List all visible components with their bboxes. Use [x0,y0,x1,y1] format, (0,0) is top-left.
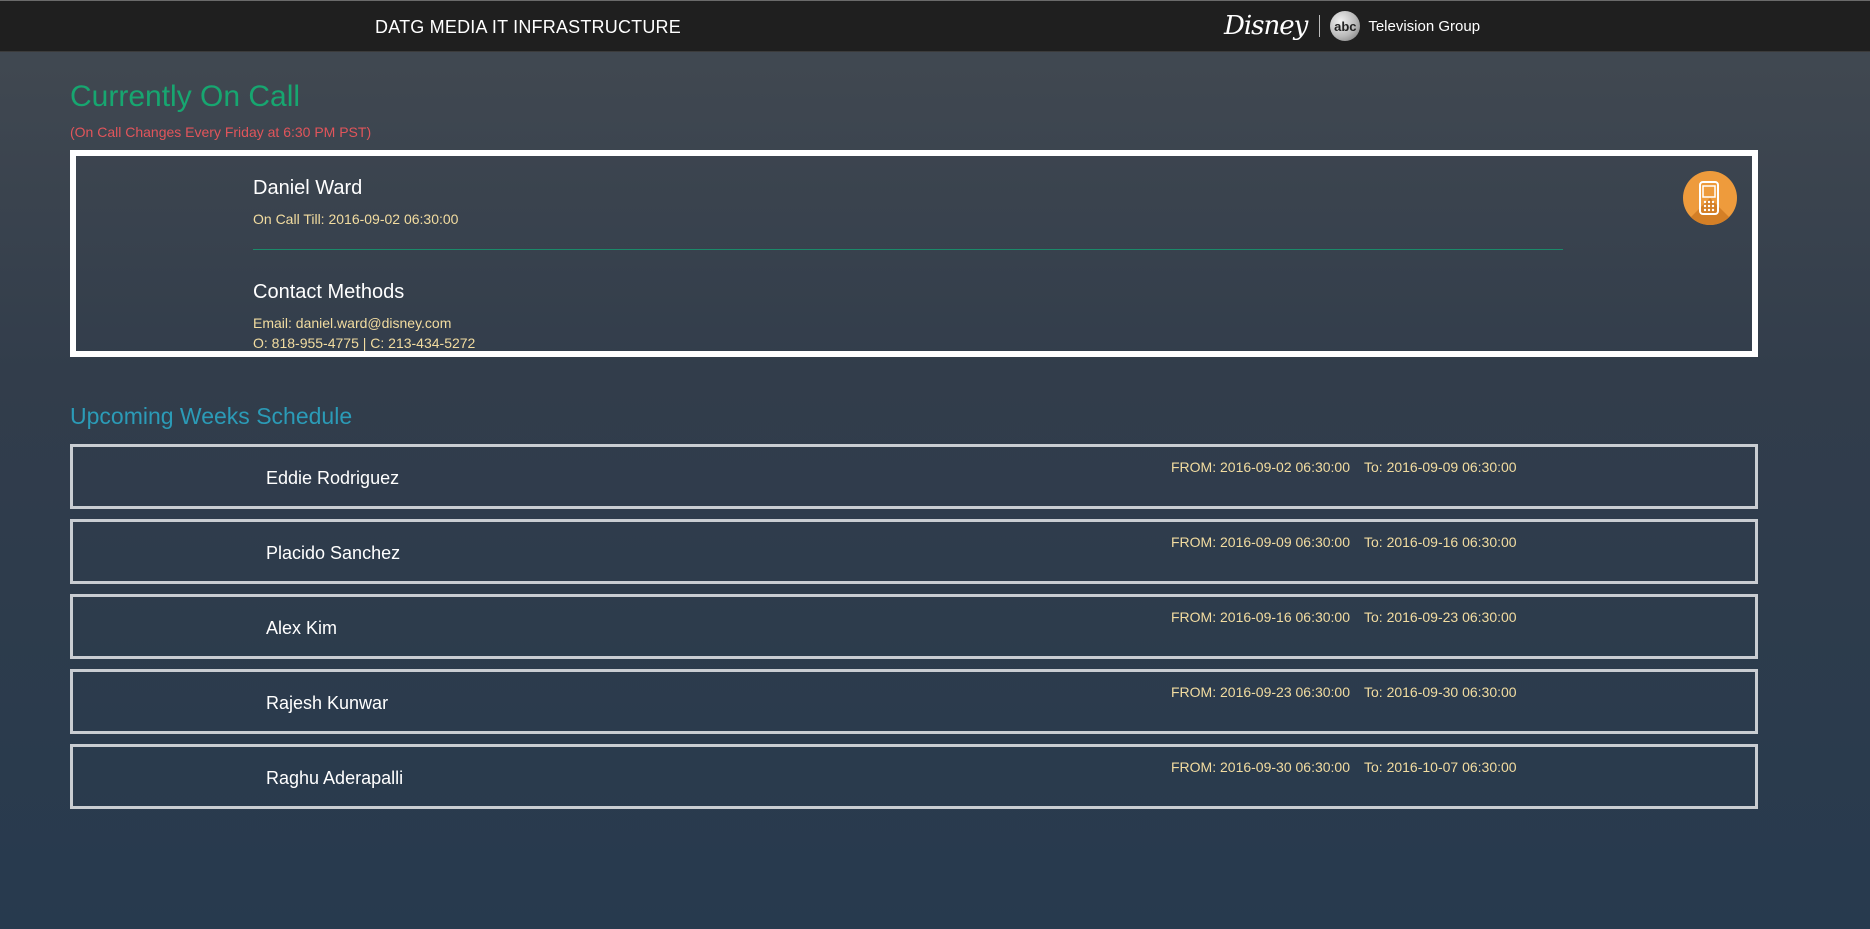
schedule-to: To: 2016-09-30 06:30:00 [1364,684,1517,700]
schedule-to: To: 2016-09-09 06:30:00 [1364,459,1517,475]
schedule-from: FROM: 2016-09-16 06:30:00 [1171,609,1350,625]
schedule-from: FROM: 2016-09-02 06:30:00 [1171,459,1350,475]
disney-logo: Disney [1224,11,1308,41]
brand-group-label: Television Group [1368,17,1481,35]
schedule-range: FROM: 2016-09-16 06:30:00 To: 2016-09-23 … [1171,609,1517,625]
schedule-range: FROM: 2016-09-30 06:30:00 To: 2016-10-07 … [1171,759,1517,775]
abc-logo: abc [1330,11,1361,41]
brand-logo: Disney abc Television Group [1224,9,1480,43]
schedule-row: Eddie Rodriguez FROM: 2016-09-02 06:30:0… [70,444,1758,509]
schedule-person-name: Placido Sanchez [266,543,401,563]
schedule-to: To: 2016-09-23 06:30:00 [1364,609,1517,625]
schedule-person-name: Alex Kim [266,618,338,638]
schedule-range: FROM: 2016-09-09 06:30:00 To: 2016-09-16 … [1171,534,1517,550]
on-call-name: Daniel Ward [253,177,363,199]
contact-email: Email: daniel.ward@disney.com [253,315,452,331]
schedule-person-name: Eddie Rodriguez [266,468,400,488]
schedule-row: Placido Sanchez FROM: 2016-09-09 06:30:0… [70,519,1758,584]
schedule-range: FROM: 2016-09-02 06:30:00 To: 2016-09-09 … [1171,459,1517,475]
upcoming-heading: Upcoming Weeks Schedule [70,403,353,429]
site-title: DATG MEDIA IT INFRASTRUCTURE [375,17,681,37]
schedule-from: FROM: 2016-09-30 06:30:00 [1171,759,1350,775]
schedule-from: FROM: 2016-09-23 06:30:00 [1171,684,1350,700]
contact-methods-title: Contact Methods [253,281,405,303]
on-call-note: (On Call Changes Every Friday at 6:30 PM… [70,124,372,140]
schedule-to: To: 2016-10-07 06:30:00 [1364,759,1517,775]
mobile-phone-icon[interactable] [1683,171,1737,225]
top-bar: DATG MEDIA IT INFRASTRUCTURE Disney abc … [0,0,1870,52]
schedule-row: Alex Kim FROM: 2016-09-16 06:30:00 To: 20… [70,594,1758,659]
schedule-row: Raghu Aderapalli FROM: 2016-09-30 06:30:… [70,744,1758,809]
card-divider [253,249,1563,250]
on-call-heading: Currently On Call [70,80,301,113]
on-call-till: On Call Till: 2016-09-02 06:30:00 [253,211,459,227]
schedule-range: FROM: 2016-09-23 06:30:00 To: 2016-09-30 … [1171,684,1517,700]
schedule-person-name: Rajesh Kunwar [266,693,389,713]
schedule-row: Rajesh Kunwar FROM: 2016-09-23 06:30:00 T… [70,669,1758,734]
contact-phones: O: 818-955-4775 | C: 213-434-5272 [253,335,476,351]
schedule-person-name: Raghu Aderapalli [266,768,404,788]
schedule-to: To: 2016-09-16 06:30:00 [1364,534,1517,550]
current-on-call-card: Daniel Ward On Call Till: 2016-09-02 06:… [70,150,1758,357]
brand-divider [1319,15,1321,37]
phone-glyph [1699,181,1719,215]
schedule-from: FROM: 2016-09-09 06:30:00 [1171,534,1350,550]
